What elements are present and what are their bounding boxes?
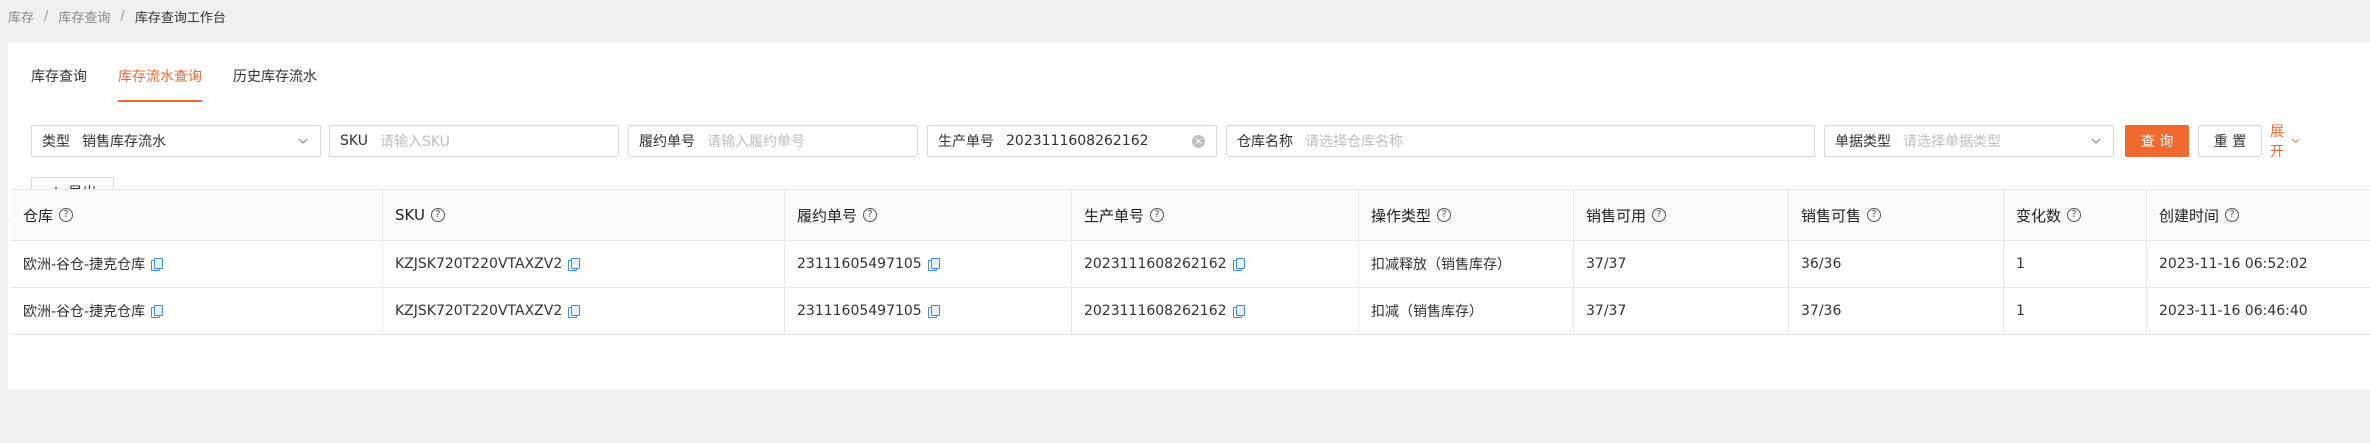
query-button[interactable]: 查 询 bbox=[2125, 125, 2189, 157]
copy-icon[interactable] bbox=[1232, 258, 1245, 271]
cell-warehouse: 欧洲-谷仓-捷克仓库 bbox=[11, 288, 383, 334]
cell-fulfillment-no: 23111605497105 bbox=[785, 241, 1072, 287]
fulfillment-no-input[interactable]: 履约单号 请输入履约单号 bbox=[628, 125, 918, 157]
column-header-sku: SKU? bbox=[383, 190, 785, 240]
table-row: 欧洲-谷仓-捷克仓库 KZJSK720T220VTAXZV2 231116054… bbox=[11, 288, 2370, 335]
help-icon[interactable]: ? bbox=[1652, 208, 1667, 222]
inventory-flow-table: 仓库? SKU? 履约单号? 生产单号? 操作类型? 销售可用? 销售可售? 变… bbox=[11, 189, 2370, 335]
cell-operation-type: 扣减释放（销售库存） bbox=[1359, 241, 1574, 287]
copy-icon[interactable] bbox=[1232, 305, 1245, 318]
column-header-warehouse: 仓库? bbox=[11, 190, 383, 240]
type-value: 销售库存流水 bbox=[82, 134, 166, 150]
column-header-sales-sellable: 销售可售? bbox=[1789, 190, 2004, 240]
type-label: 类型 bbox=[42, 134, 70, 150]
cell-sales-sellable: 37/36 bbox=[1789, 288, 2004, 334]
cell-sku: KZJSK720T220VTAXZV2 bbox=[383, 241, 785, 287]
help-icon[interactable]: ? bbox=[2067, 208, 2082, 222]
cell-sku: KZJSK720T220VTAXZV2 bbox=[383, 288, 785, 334]
production-no-value: 2023111608262162 bbox=[1006, 133, 1149, 149]
doc-type-label: 单据类型 bbox=[1835, 134, 1891, 150]
help-icon[interactable]: ? bbox=[1867, 208, 1882, 222]
copy-icon[interactable] bbox=[151, 305, 164, 318]
help-icon[interactable]: ? bbox=[430, 208, 445, 222]
cell-change-count: 1 bbox=[2004, 241, 2147, 287]
table-row: 欧洲-谷仓-捷克仓库 KZJSK720T220VTAXZV2 231116054… bbox=[11, 241, 2370, 288]
doc-type-placeholder: 请选择单据类型 bbox=[1903, 134, 2001, 150]
cell-sales-available: 37/37 bbox=[1574, 241, 1789, 287]
production-no-label: 生产单号 bbox=[938, 134, 994, 150]
chevron-down-icon bbox=[2291, 138, 2299, 143]
help-icon[interactable]: ? bbox=[1150, 208, 1165, 222]
chevron-down-icon bbox=[2091, 138, 2101, 144]
warehouse-name-placeholder: 请选择仓库名称 bbox=[1305, 134, 1403, 150]
cell-created-time: 2023-11-16 06:46:40 bbox=[2159, 303, 2308, 319]
help-icon[interactable]: ? bbox=[59, 208, 74, 222]
copy-icon[interactable] bbox=[568, 258, 581, 271]
cell-created-time: 2023-11-16 06:52:02 bbox=[2159, 256, 2308, 272]
cell-warehouse: 欧洲-谷仓-捷克仓库 bbox=[11, 241, 383, 287]
fulfillment-no-placeholder: 请输入履约单号 bbox=[707, 134, 805, 150]
column-header-change-count: 变化数? bbox=[2004, 190, 2147, 240]
table-header: 仓库? SKU? 履约单号? 生产单号? 操作类型? 销售可用? 销售可售? 变… bbox=[11, 190, 2370, 241]
sku-label: SKU bbox=[340, 133, 368, 149]
breadcrumb-item-inventory[interactable]: 库存 bbox=[8, 7, 34, 26]
tab-bar: 库存查询 库存流水查询 历史库存流水 bbox=[31, 62, 348, 102]
warehouse-name-select[interactable]: 仓库名称 请选择仓库名称 bbox=[1226, 125, 1815, 157]
breadcrumb-item-inventory-query[interactable]: 库存查询 bbox=[58, 7, 110, 26]
production-no-input[interactable]: 生产单号 2023111608262162 × bbox=[927, 125, 1217, 157]
column-header-created-time: 创建时间? bbox=[2147, 190, 2370, 240]
column-header-production-no: 生产单号? bbox=[1072, 190, 1359, 240]
doc-type-select[interactable]: 单据类型 请选择单据类型 bbox=[1824, 125, 2114, 157]
expand-label: 展开 bbox=[2270, 124, 2284, 160]
copy-icon[interactable] bbox=[568, 305, 581, 318]
cell-sales-sellable: 36/36 bbox=[1789, 241, 2004, 287]
cell-fulfillment-no: 23111605497105 bbox=[785, 288, 1072, 334]
copy-icon[interactable] bbox=[927, 258, 940, 271]
tab-inventory-query[interactable]: 库存查询 bbox=[31, 62, 87, 102]
tab-inventory-flow-query[interactable]: 库存流水查询 bbox=[118, 62, 202, 102]
copy-icon[interactable] bbox=[927, 305, 940, 318]
cell-operation-type: 扣减（销售库存） bbox=[1359, 288, 1574, 334]
breadcrumb-separator: / bbox=[44, 8, 49, 24]
clear-icon[interactable]: × bbox=[1192, 135, 1206, 149]
cell-sales-available: 37/37 bbox=[1574, 288, 1789, 334]
cell-production-no: 2023111608262162 bbox=[1072, 288, 1359, 334]
help-icon[interactable]: ? bbox=[863, 208, 878, 222]
breadcrumb-item-current: 库存查询工作台 bbox=[134, 10, 226, 26]
column-header-sales-available: 销售可用? bbox=[1574, 190, 1789, 240]
expand-toggle[interactable]: 展开 bbox=[2270, 124, 2300, 160]
fulfillment-no-label: 履约单号 bbox=[639, 134, 695, 150]
type-select[interactable]: 类型 销售库存流水 bbox=[31, 125, 321, 157]
chevron-down-icon bbox=[298, 138, 308, 144]
reset-button[interactable]: 重 置 bbox=[2198, 125, 2262, 157]
copy-icon[interactable] bbox=[151, 258, 164, 271]
tab-history-inventory-flow[interactable]: 历史库存流水 bbox=[233, 62, 317, 102]
sku-input[interactable]: SKU 请输入SKU bbox=[329, 125, 619, 157]
column-header-fulfillment-no: 履约单号? bbox=[785, 190, 1072, 240]
help-icon[interactable]: ? bbox=[2225, 208, 2240, 222]
cell-production-no: 2023111608262162 bbox=[1072, 241, 1359, 287]
warehouse-name-label: 仓库名称 bbox=[1237, 134, 1293, 150]
column-header-operation-type: 操作类型? bbox=[1359, 190, 1574, 240]
breadcrumb: 库存 / 库存查询 / 库存查询工作台 bbox=[8, 6, 226, 26]
breadcrumb-separator: / bbox=[120, 8, 125, 24]
cell-change-count: 1 bbox=[2004, 288, 2147, 334]
sku-placeholder: 请输入SKU bbox=[379, 134, 450, 150]
help-icon[interactable]: ? bbox=[1437, 208, 1452, 222]
